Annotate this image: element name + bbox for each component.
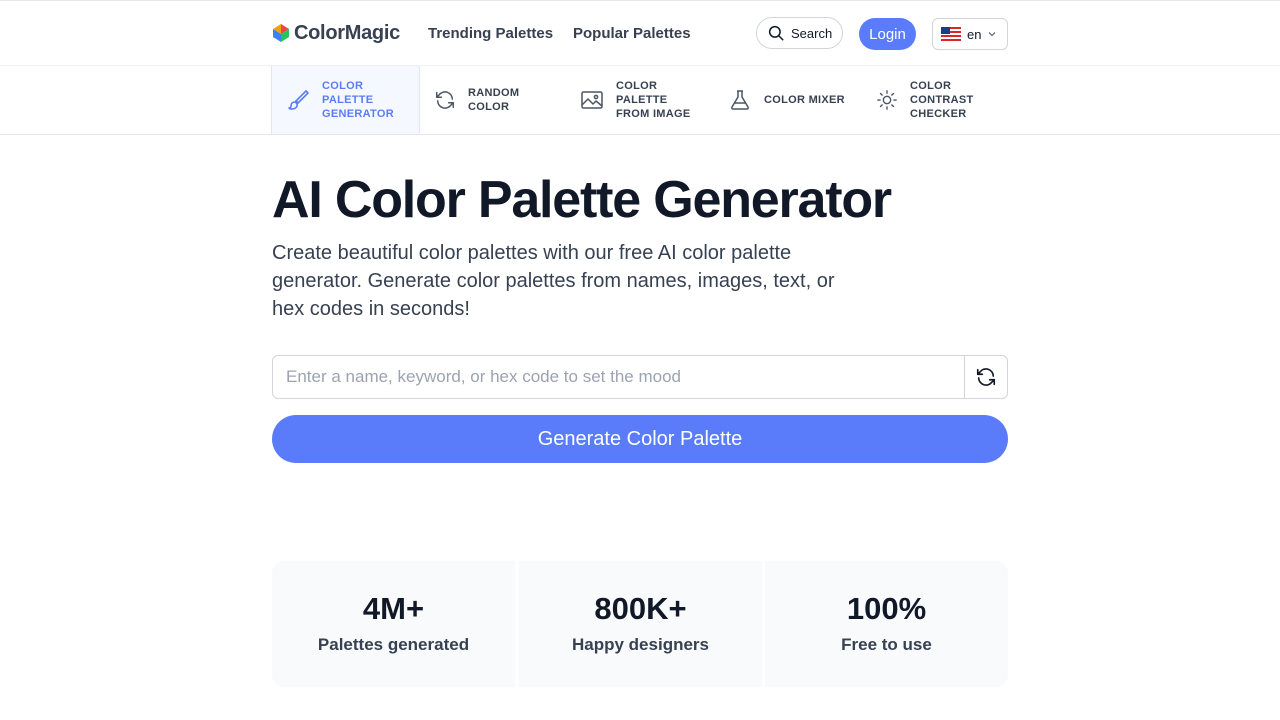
language-selector[interactable]: en [932, 18, 1008, 50]
page-subtitle: Create beautiful color palettes with our… [272, 242, 835, 320]
refresh-icon [436, 91, 454, 109]
chevron-down-icon [989, 32, 996, 37]
stat-value: 4M+ [362, 591, 425, 626]
tool-color-palette-from-image[interactable]: Color Palette from Image [566, 66, 714, 134]
stat-value: 800K+ [594, 591, 687, 626]
refresh-icon [976, 368, 996, 386]
search-button[interactable]: Search [756, 17, 843, 49]
search-icon [768, 25, 784, 41]
logo[interactable]: ColorMagic [272, 22, 400, 44]
stat-card-designers: 800K+ Happy designers [519, 561, 762, 687]
us-flag-icon [941, 27, 961, 41]
tool-color-contrast-checker[interactable]: Color Contrast Checker [862, 66, 1010, 134]
tool-label: Color Palette from Image [616, 80, 691, 120]
login-button[interactable]: Login [859, 18, 916, 50]
image-icon [581, 91, 603, 109]
logo-text: ColorMagic [294, 21, 400, 44]
stat-label: Palettes generated [317, 635, 470, 654]
tool-label: Random Color [468, 87, 520, 113]
stat-value: 100% [846, 591, 927, 626]
tool-label: Color Contrast Checker [910, 80, 974, 120]
tool-label: Color Mixer [764, 94, 845, 106]
mood-input-group [272, 355, 1008, 399]
tool-color-mixer[interactable]: Color Mixer [714, 66, 862, 134]
top-navbar: ColorMagic Trending Palettes Popular Pal… [0, 0, 1280, 66]
tool-random-color[interactable]: Random Color [420, 66, 566, 134]
colormagic-logo-icon [273, 24, 289, 42]
mood-input[interactable] [273, 356, 964, 398]
stat-card-palettes: 4M+ Palettes generated [272, 561, 515, 687]
tools-bar: Color Palette Generator Random Color Col… [0, 66, 1280, 135]
search-label: Search [791, 25, 833, 41]
sun-icon [877, 90, 897, 110]
nav-trending-palettes[interactable]: Trending Palettes [428, 25, 553, 42]
stat-card-free: 100% Free to use [765, 561, 1008, 687]
flask-icon [731, 90, 749, 110]
nav-popular-palettes[interactable]: Popular Palettes [573, 25, 691, 42]
brush-icon [288, 90, 309, 110]
tool-label: Color Palette Generator [322, 80, 394, 120]
page-title: AI Color Palette Generator [272, 171, 892, 229]
generate-palette-button[interactable]: Generate Color Palette [272, 415, 1008, 463]
stat-label: Happy designers [572, 635, 709, 654]
randomize-button[interactable] [964, 356, 1007, 398]
language-code: en [967, 26, 982, 42]
stat-label: Free to use [841, 635, 932, 654]
tool-color-palette-generator[interactable]: Color Palette Generator [271, 66, 420, 134]
